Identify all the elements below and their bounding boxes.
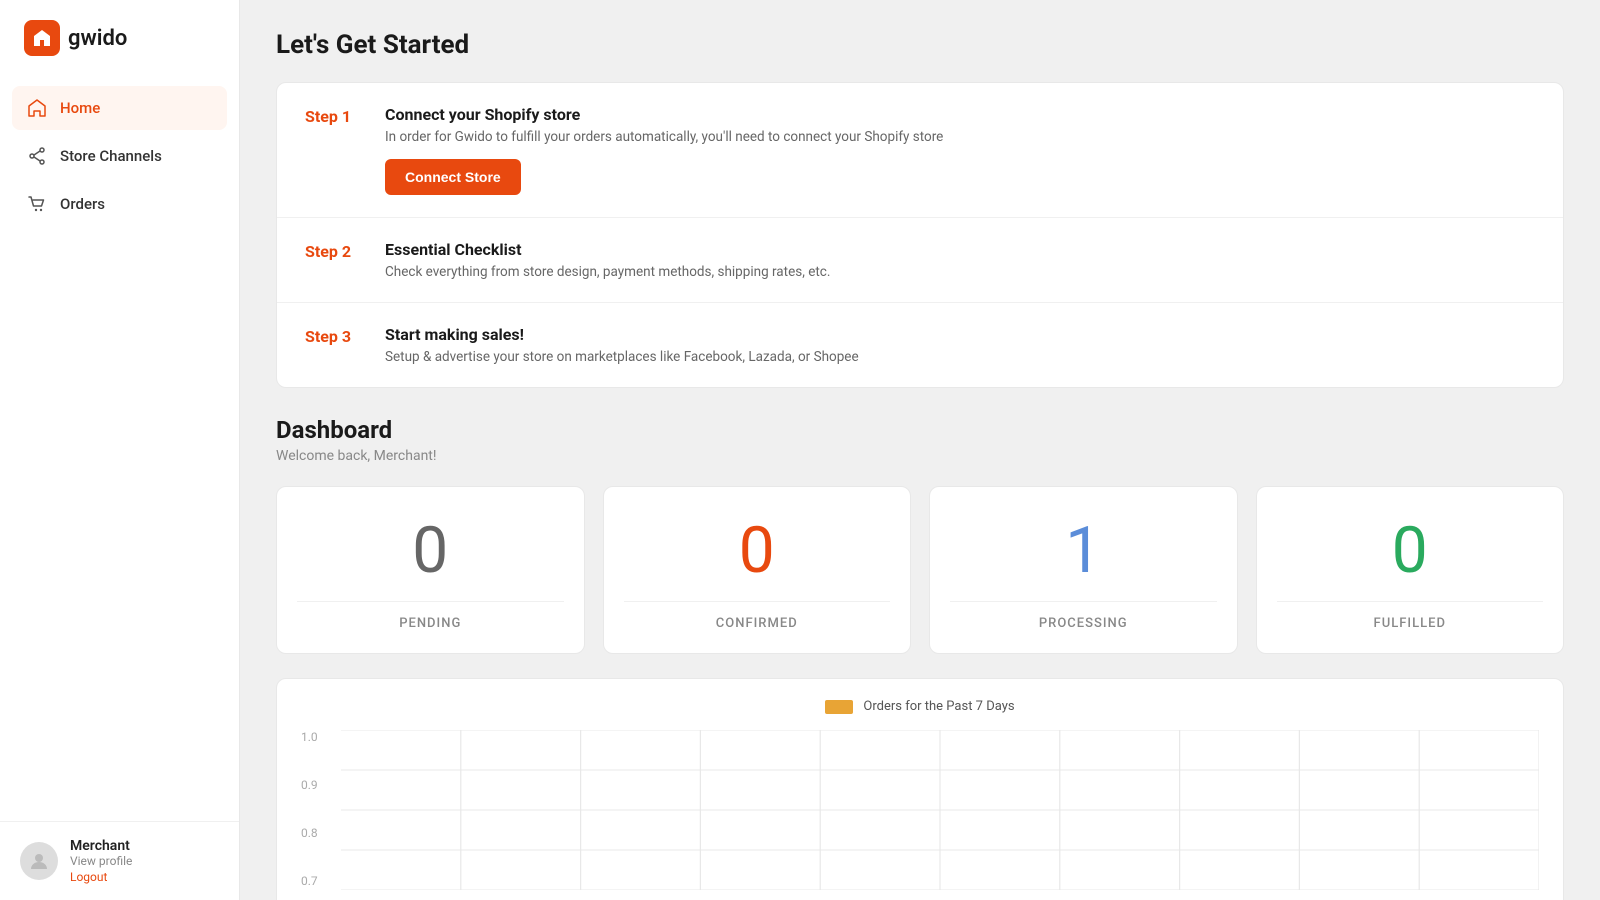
logo: gwido: [0, 0, 239, 76]
chart-legend-label: Orders for the Past 7 Days: [863, 699, 1014, 714]
user-name: Merchant: [70, 838, 132, 854]
y-axis-0.8: 0.8: [301, 826, 337, 840]
stat-pending-value: 0: [412, 519, 448, 583]
dashboard-title: Dashboard: [276, 416, 1564, 444]
chart-svg: [341, 730, 1539, 890]
chart-container: 1.0 0.9 0.8 0.7: [301, 730, 1539, 890]
sidebar-item-store-channels[interactable]: Store Channels: [12, 134, 227, 178]
step-3-row: Step 3 Start making sales! Setup & adver…: [277, 303, 1563, 387]
step-2-title: Essential Checklist: [385, 240, 1535, 259]
step-2-desc: Check everything from store design, paym…: [385, 264, 1535, 280]
stat-card-pending: 0 PENDING: [276, 486, 585, 654]
sidebar-user: Merchant View profile Logout: [0, 821, 239, 900]
get-started-card: Step 1 Connect your Shopify store In ord…: [276, 82, 1564, 388]
legend-color-dot: [825, 700, 853, 714]
step-1-title: Connect your Shopify store: [385, 105, 1535, 124]
cart-icon: [26, 193, 48, 215]
stat-fulfilled-value: 0: [1392, 519, 1428, 583]
step-2-row: Step 2 Essential Checklist Check everyth…: [277, 218, 1563, 303]
step-1-content: Connect your Shopify store In order for …: [385, 105, 1535, 195]
sidebar-item-home-label: Home: [60, 99, 100, 117]
logout-link[interactable]: Logout: [70, 870, 132, 884]
connect-store-button[interactable]: Connect Store: [385, 159, 521, 195]
sidebar: gwido Home Store Channels: [0, 0, 240, 900]
main-content: Let's Get Started Step 1 Connect your Sh…: [240, 0, 1600, 900]
share-icon: [26, 145, 48, 167]
y-axis-0.9: 0.9: [301, 778, 337, 792]
logo-icon: [24, 20, 60, 56]
stat-card-fulfilled: 0 FULFILLED: [1256, 486, 1565, 654]
dashboard-subtitle: Welcome back, Merchant!: [276, 448, 1564, 464]
page-title: Let's Get Started: [276, 30, 1564, 60]
step-2-content: Essential Checklist Check everything fro…: [385, 240, 1535, 280]
chart-legend: Orders for the Past 7 Days: [301, 699, 1539, 714]
stat-card-processing: 1 PROCESSING: [929, 486, 1238, 654]
stats-grid: 0 PENDING 0 CONFIRMED 1 PROCESSING 0 FUL…: [276, 486, 1564, 654]
sidebar-item-orders[interactable]: Orders: [12, 182, 227, 226]
y-axis-0.7: 0.7: [301, 874, 337, 888]
chart-card: Orders for the Past 7 Days 1.0 0.9 0.8 0…: [276, 678, 1564, 900]
y-axis-1.0: 1.0: [301, 730, 337, 744]
stat-card-confirmed: 0 CONFIRMED: [603, 486, 912, 654]
step-2-label: Step 2: [305, 240, 385, 261]
step-1-label: Step 1: [305, 105, 385, 126]
step-1-row: Step 1 Connect your Shopify store In ord…: [277, 83, 1563, 218]
avatar: [20, 842, 58, 880]
stat-processing-label: PROCESSING: [1039, 616, 1128, 631]
chart-plot: [341, 730, 1539, 890]
stat-confirmed-label: CONFIRMED: [716, 616, 798, 631]
view-profile-link[interactable]: View profile: [70, 854, 132, 868]
step-3-title: Start making sales!: [385, 325, 1535, 344]
logo-text: gwido: [68, 26, 127, 51]
user-info: Merchant View profile Logout: [70, 838, 132, 884]
chart-y-axis: 1.0 0.9 0.8 0.7: [301, 730, 337, 890]
sidebar-item-orders-label: Orders: [60, 195, 105, 213]
sidebar-nav: Home Store Channels: [0, 86, 239, 821]
step-3-content: Start making sales! Setup & advertise yo…: [385, 325, 1535, 365]
stat-confirmed-value: 0: [739, 519, 775, 583]
stat-fulfilled-label: FULFILLED: [1374, 616, 1446, 631]
sidebar-item-store-channels-label: Store Channels: [60, 147, 162, 165]
step-3-desc: Setup & advertise your store on marketpl…: [385, 349, 1535, 365]
stat-processing-value: 1: [1065, 519, 1101, 583]
step-3-label: Step 3: [305, 325, 385, 346]
home-icon: [26, 97, 48, 119]
sidebar-item-home[interactable]: Home: [12, 86, 227, 130]
step-1-desc: In order for Gwido to fulfill your order…: [385, 129, 1535, 145]
stat-pending-label: PENDING: [399, 616, 461, 631]
